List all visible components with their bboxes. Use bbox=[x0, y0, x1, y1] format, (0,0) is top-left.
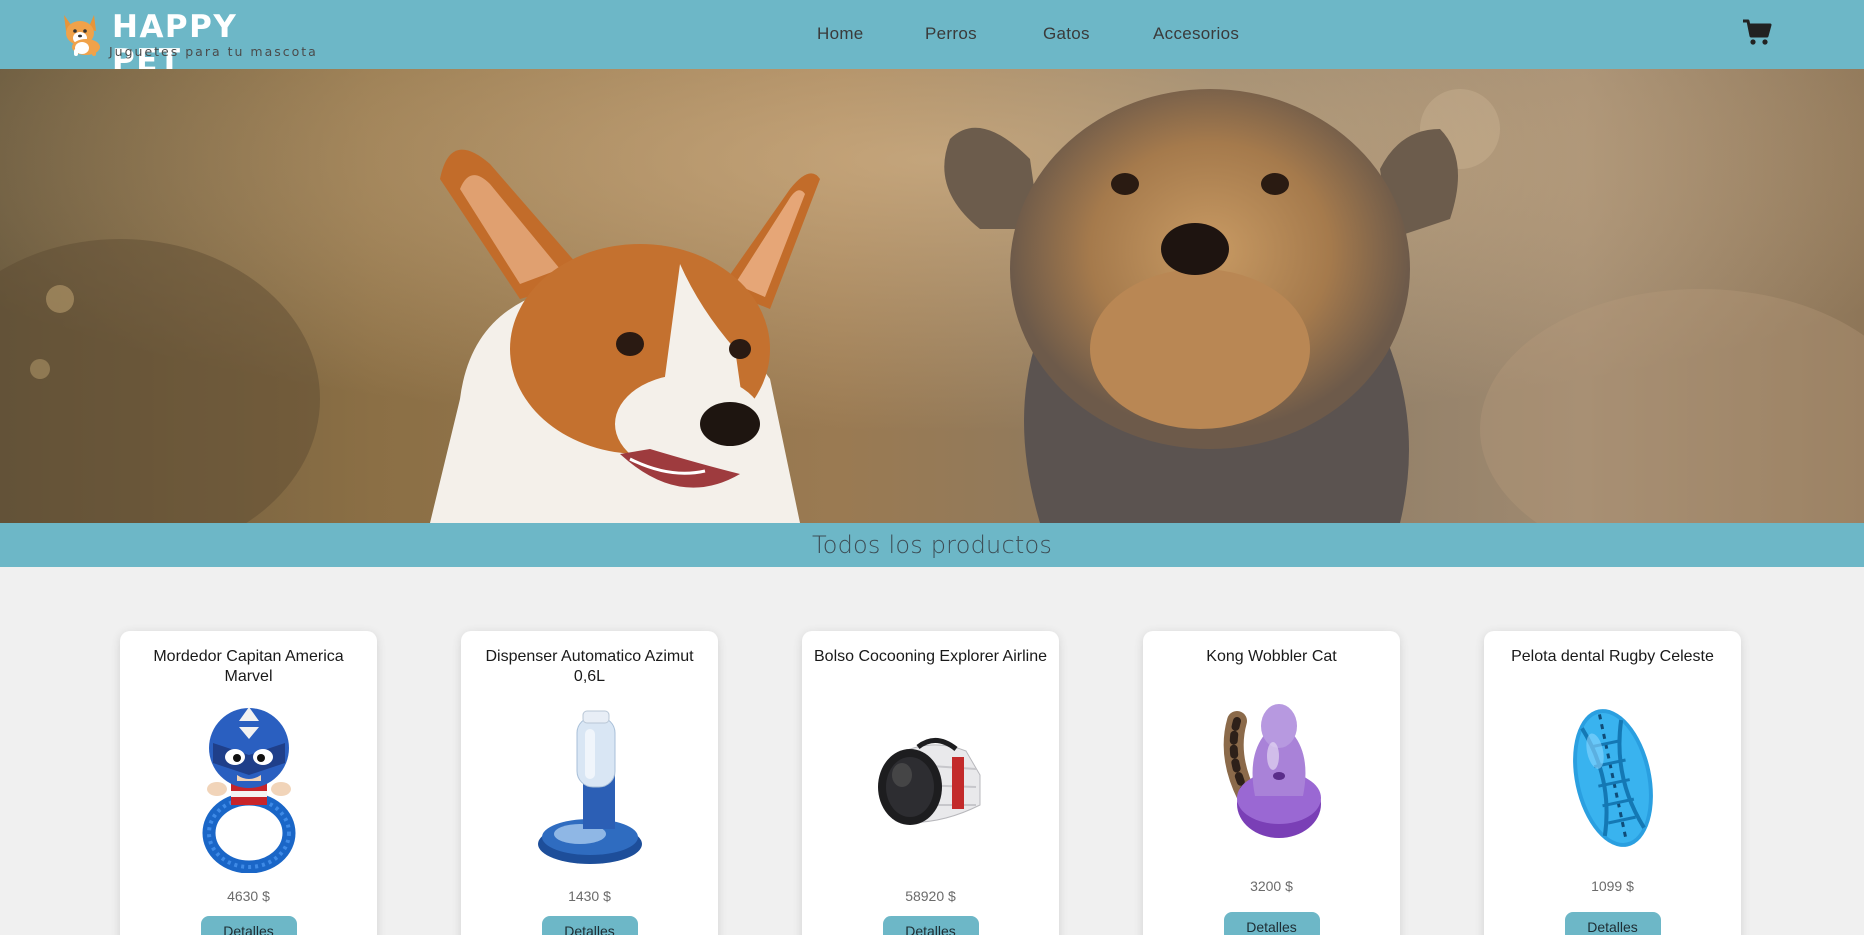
product-card: Kong Wobbler Cat 3200 $ Detalles bbox=[1143, 631, 1400, 935]
product-title[interactable]: Kong Wobbler Cat bbox=[1155, 647, 1388, 667]
product-title[interactable]: Pelota dental Rugby Celeste bbox=[1496, 647, 1729, 667]
nav-home-link[interactable]: Home bbox=[817, 24, 864, 44]
nav-perros-link[interactable]: Perros bbox=[925, 24, 977, 44]
wobbler-toy-image[interactable] bbox=[1217, 696, 1327, 841]
section-title: Todos los productos bbox=[811, 531, 1053, 559]
water-dispenser-image[interactable] bbox=[535, 709, 645, 869]
product-card: Pelota dental Rugby Celeste 1099 $ Detal… bbox=[1484, 631, 1741, 935]
product-price: 1099 $ bbox=[1591, 878, 1634, 894]
product-price: 3200 $ bbox=[1250, 878, 1293, 894]
section-header: Todos los productos bbox=[0, 523, 1864, 567]
product-price: 4630 $ bbox=[227, 888, 270, 904]
product-title[interactable]: Dispenser Automatico Azimut 0,6L bbox=[473, 647, 706, 687]
rugby-ball-image[interactable] bbox=[1563, 703, 1663, 853]
product-card: Dispenser Automatico Azimut 0,6L 1430 $ … bbox=[461, 631, 718, 935]
main-nav: Home Perros Gatos Accesorios bbox=[0, 0, 1864, 69]
product-card: Bolso Cocooning Explorer Airline 58920 $… bbox=[802, 631, 1059, 935]
details-button[interactable]: Detalles bbox=[1223, 912, 1320, 935]
shopping-cart-icon[interactable] bbox=[1742, 18, 1772, 46]
details-button[interactable]: Detalles bbox=[1564, 912, 1661, 935]
details-button[interactable]: Detalles bbox=[541, 916, 638, 935]
details-button[interactable]: Detalles bbox=[882, 916, 979, 935]
captain-america-toy-image[interactable] bbox=[199, 703, 299, 873]
product-title[interactable]: Mordedor Capitan America Marvel bbox=[132, 647, 365, 687]
product-card: Mordedor Capitan America Marvel 4630 $ D… bbox=[120, 631, 377, 935]
hero-dogs-image bbox=[0, 69, 1864, 523]
product-price: 58920 $ bbox=[905, 888, 956, 904]
product-title[interactable]: Bolso Cocooning Explorer Airline bbox=[814, 647, 1047, 667]
nav-accesorios-link[interactable]: Accesorios bbox=[1153, 24, 1239, 44]
pet-carrier-image[interactable] bbox=[876, 735, 986, 835]
navbar: HAPPY PET Juguetes para tu mascota Home … bbox=[0, 0, 1864, 78]
product-price: 1430 $ bbox=[568, 888, 611, 904]
details-button[interactable]: Detalles bbox=[200, 916, 297, 935]
hero-banner bbox=[0, 69, 1864, 523]
nav-gatos-link[interactable]: Gatos bbox=[1043, 24, 1090, 44]
